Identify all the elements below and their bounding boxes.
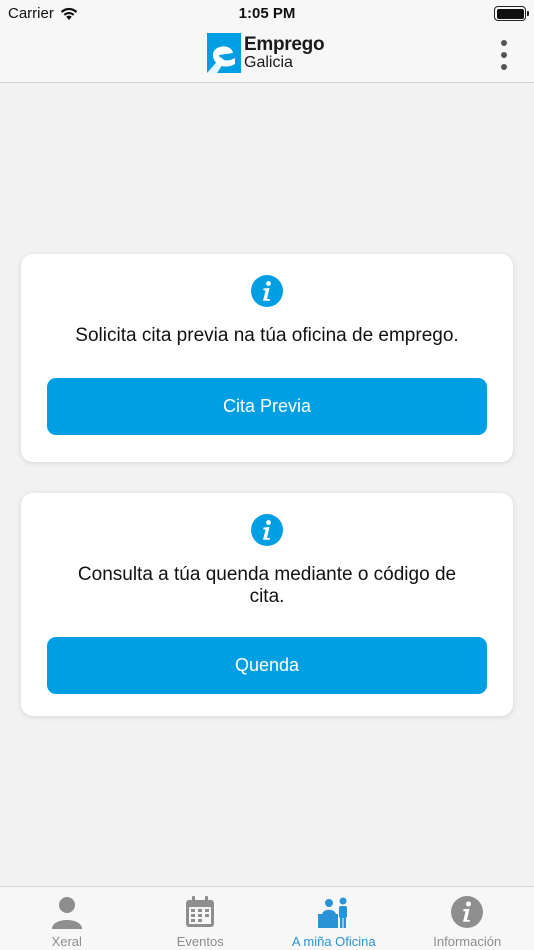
status-bar: Carrier 1:05 PM [0,0,534,28]
app-logo: Emprego Galicia [207,33,325,73]
tab-label: Información [433,934,502,949]
tab-bar: Xeral Eventos A miña Oficina Información [0,886,534,950]
info-icon [251,514,283,546]
tab-xeral[interactable]: Xeral [0,887,134,950]
tab-label: Eventos [176,934,224,949]
appointment-card: Solicita cita previa na túa oficina de e… [21,254,513,462]
appointment-description: Solicita cita previa na túa oficina de e… [75,325,459,346]
logo-subtitle: Galicia [244,54,293,71]
status-time: 1:05 PM [238,5,296,22]
info-icon [251,275,283,307]
logo-mark-icon [207,33,241,73]
tab-label: Xeral [51,934,82,949]
more-dot-icon [501,64,507,70]
person-icon [51,897,82,929]
cita-previa-button[interactable]: Cita Previa [47,378,487,435]
more-dot-icon [501,52,507,58]
office-icon [317,897,347,928]
tab-eventos[interactable]: Eventos [134,887,268,950]
tab-label: A miña Oficina [291,934,376,949]
queue-card: Consulta a túa quenda mediante o código … [21,493,513,716]
battery-icon [494,6,529,21]
more-dot-icon [501,40,507,46]
info-icon [451,896,484,928]
logo-title: Emprego [244,34,325,55]
nav-bar: Emprego Galicia [0,28,534,83]
tab-informacion[interactable]: Información [401,887,534,950]
tab-a-mina-oficina[interactable]: A miña Oficina [267,887,401,950]
queue-description: Consulta a túa quenda mediante o código … [77,564,457,607]
quenda-button[interactable]: Quenda [47,637,487,694]
calendar-icon [186,896,215,927]
more-menu-button[interactable] [496,40,512,70]
